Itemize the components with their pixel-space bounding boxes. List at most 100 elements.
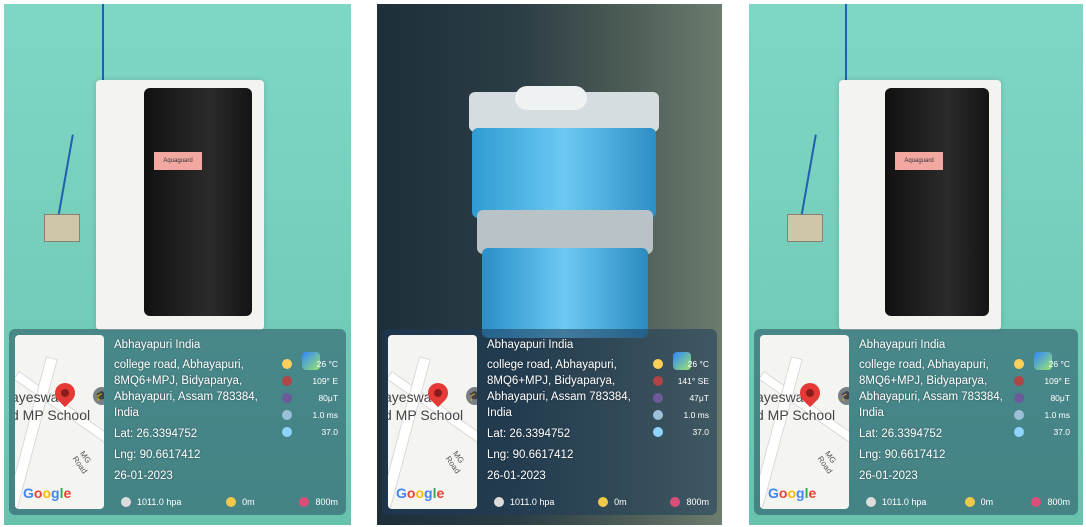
place-title: Abhayapuri India (114, 339, 201, 351)
wind-icon (282, 409, 292, 420)
photo-wall-purifier-1: Aquaguard ayeswa S d MP School 🎓 MG Road… (4, 4, 351, 525)
temperature-stat: 26 °C (1014, 355, 1070, 372)
water-purifier-body (885, 88, 989, 316)
altitude-stat: 0m (598, 497, 627, 507)
compass-stat: 109° E (282, 372, 338, 389)
target-icon (1031, 497, 1042, 507)
location-info: Abhayapuri India college road, Abhayapur… (487, 337, 631, 484)
wind-icon (1014, 409, 1024, 420)
bottom-metrics: 1011.0 hpa 0m 800m (494, 497, 709, 507)
address-line: college road, Abhayapuri, (859, 359, 989, 371)
magnetic-stat: 47μT (653, 389, 709, 406)
mountain-icon (226, 497, 237, 507)
gauge-icon (494, 497, 504, 507)
purifier-upper-tank (472, 128, 656, 218)
humidity-stat: 37.0 (1014, 423, 1070, 440)
photo-wall-purifier-2: Aquaguard ayeswa S d MP School 🎓 MG Road… (749, 4, 1083, 525)
sensor-stats: 26 °C 109° E 80μT 1.0 ms 37.0 (1014, 355, 1070, 440)
wall-socket (787, 214, 823, 242)
address-line: India (859, 407, 884, 419)
location-info: Abhayapuri India college road, Abhayapur… (114, 337, 258, 484)
accuracy-stat: 800m (1031, 497, 1070, 507)
map-thumbnail[interactable]: ayeswa S d MP School 🎓 MG Road Google (15, 335, 104, 509)
altitude-stat: 0m (226, 497, 255, 507)
address-line: India (487, 407, 512, 419)
cloud-sun-icon (282, 358, 292, 369)
mountain-icon (964, 497, 975, 507)
altitude-stat: 0m (964, 497, 993, 507)
sensor-stats: 26 °C 109° E 80μT 1.0 ms 37.0 (282, 355, 338, 440)
photo-tabletop-purifier: ayeswa S d MP School 🎓 MG Road Google Ab… (377, 4, 722, 525)
humidity-stat: 37.0 (282, 423, 338, 440)
latitude: Lat: 26.3394752 (114, 428, 198, 440)
road-label: MG Road (70, 449, 93, 476)
accuracy-stat: 800m (670, 497, 709, 507)
road-label: MG Road (443, 449, 466, 476)
target-icon (299, 497, 310, 507)
school-icon: 🎓 (838, 387, 849, 405)
map-place-text: d MP School (15, 407, 91, 423)
compass-icon (653, 375, 663, 386)
electric-wire (799, 134, 817, 224)
address-line: 8MQ6+MPJ, Bidyaparya, (114, 375, 243, 387)
map-thumbnail[interactable]: ayeswa S d MP School 🎓 MG Road Google (760, 335, 849, 509)
school-icon: 🎓 (466, 387, 477, 405)
location-info: Abhayapuri India college road, Abhayapur… (859, 337, 1003, 484)
purifier-lower-tank (482, 248, 648, 338)
sensor-stats: 26 °C 141° SE 47μT 1.0 ms 37.0 (653, 355, 709, 440)
longitude: Lng: 90.6617412 (859, 449, 946, 461)
latitude: Lat: 26.3394752 (859, 428, 943, 440)
place-title: Abhayapuri India (859, 339, 946, 351)
wall-socket (44, 214, 80, 242)
google-logo: Google (23, 485, 72, 501)
geotag-overlay: ayeswa S d MP School 🎓 MG Road Google Ab… (382, 329, 717, 515)
magnet-icon (282, 392, 292, 403)
magnetic-stat: 80μT (1014, 389, 1070, 406)
google-logo: Google (768, 485, 817, 501)
address-line: college road, Abhayapuri, (114, 359, 244, 371)
compass-icon (1014, 375, 1024, 386)
target-icon (670, 497, 681, 507)
temperature-stat: 26 °C (282, 355, 338, 372)
address-line: India (114, 407, 139, 419)
geotag-overlay: ayeswa S d MP School 🎓 MG Road Google Ab… (754, 329, 1078, 515)
purifier-cap (515, 86, 587, 110)
google-logo: Google (396, 485, 445, 501)
road-label: MG Road (815, 449, 838, 476)
date: 26-01-2023 (114, 470, 173, 482)
accuracy-stat: 800m (299, 497, 338, 507)
gauge-icon (866, 497, 876, 507)
humidity-icon (653, 426, 663, 437)
humidity-stat: 37.0 (653, 423, 709, 440)
address-line: college road, Abhayapuri, (487, 359, 617, 371)
electric-wire (56, 134, 74, 224)
geotag-overlay: ayeswa S d MP School 🎓 MG Road Google Ab… (9, 329, 346, 515)
wind-speed-stat: 1.0 ms (282, 406, 338, 423)
magnet-icon (1014, 392, 1024, 403)
map-place-text: d MP School (760, 407, 836, 423)
place-title: Abhayapuri India (487, 339, 574, 351)
humidity-icon (282, 426, 292, 437)
magnet-icon (653, 392, 663, 403)
temperature-stat: 26 °C (653, 355, 709, 372)
pressure-stat: 1011.0 hpa (494, 497, 554, 507)
compass-stat: 109° E (1014, 372, 1070, 389)
magnetic-stat: 80μT (282, 389, 338, 406)
mountain-icon (598, 497, 609, 507)
date: 26-01-2023 (859, 470, 918, 482)
bottom-metrics: 1011.0 hpa 0m 800m (121, 497, 338, 507)
brand-plate: Aquaguard (154, 152, 202, 170)
cloud-sun-icon (1014, 358, 1024, 369)
water-purifier-body (144, 88, 252, 316)
pressure-stat: 1011.0 hpa (866, 497, 926, 507)
address-line: 8MQ6+MPJ, Bidyaparya, (487, 375, 616, 387)
address-line: Abhayapuri, Assam 783384, (487, 391, 631, 403)
cloud-sun-icon (653, 358, 663, 369)
wind-icon (653, 409, 663, 420)
map-thumbnail[interactable]: ayeswa S d MP School 🎓 MG Road Google (388, 335, 477, 509)
brand-plate: Aquaguard (895, 152, 943, 170)
bottom-metrics: 1011.0 hpa 0m 800m (866, 497, 1070, 507)
map-place-text: d MP School (388, 407, 464, 423)
address-line: Abhayapuri, Assam 783384, (859, 391, 1003, 403)
gauge-icon (121, 497, 131, 507)
